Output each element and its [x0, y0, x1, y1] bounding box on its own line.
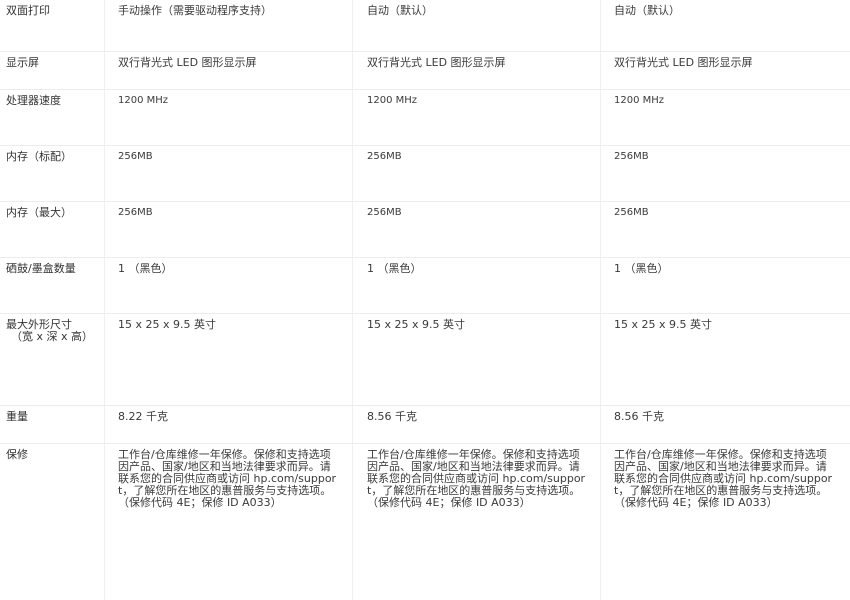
spec-value: 自动（默认） — [352, 0, 600, 51]
row-label: 最大外形尺寸 （宽 x 深 x 高） — [0, 314, 104, 405]
spec-comparison-table: 双面打印 手动操作（需要驱动程序支持） 自动（默认） 自动（默认） 显示屏 双行… — [0, 0, 850, 600]
spec-value: 256MB — [600, 146, 850, 201]
row-label: 内存（最大） — [6, 206, 72, 219]
row-label: 重量 — [6, 410, 28, 423]
spec-value: 双行背光式 LED 图形显示屏 — [600, 52, 850, 89]
table-row-weight: 重量 8.22 千克 8.56 千克 8.56 千克 — [0, 406, 850, 444]
table-row-dimensions: 最大外形尺寸 （宽 x 深 x 高） 15 x 25 x 9.5 英寸 15 x… — [0, 314, 850, 406]
table-row-memory-max: 内存（最大） 256MB 256MB 256MB — [0, 202, 850, 258]
spec-value: 15 x 25 x 9.5 英寸 — [600, 314, 850, 405]
spec-value: 手动操作（需要驱动程序支持） — [104, 0, 352, 51]
row-label: 内存（标配） — [6, 150, 72, 163]
spec-value: 1 （黑色） — [600, 258, 850, 313]
spec-value: 8.56 千克 — [600, 406, 850, 443]
spec-value: 双行背光式 LED 图形显示屏 — [104, 52, 352, 89]
table-row-duplex: 双面打印 手动操作（需要驱动程序支持） 自动（默认） 自动（默认） — [0, 0, 850, 52]
spec-value: 8.56 千克 — [352, 406, 600, 443]
spec-value: 1200 MHz — [352, 90, 600, 145]
table-row-warranty: 保修 工作台/仓库维修一年保修。保修和支持选项因产品、国家/地区和当地法律要求而… — [0, 444, 850, 600]
spec-value: 15 x 25 x 9.5 英寸 — [104, 314, 352, 405]
spec-value: 1 （黑色） — [352, 258, 600, 313]
spec-value: 工作台/仓库维修一年保修。保修和支持选项因产品、国家/地区和当地法律要求而异。请… — [352, 444, 600, 600]
spec-value: 256MB — [104, 146, 352, 201]
spec-value: 自动（默认） — [600, 0, 850, 51]
row-label: 双面打印 — [6, 4, 50, 17]
spec-value: 8.22 千克 — [104, 406, 352, 443]
spec-value: 1200 MHz — [104, 90, 352, 145]
warranty-text: 工作台/仓库维修一年保修。保修和支持选项因产品、国家/地区和当地法律要求而异。请… — [614, 448, 833, 509]
spec-value: 15 x 25 x 9.5 英寸 — [352, 314, 600, 405]
warranty-text: 工作台/仓库维修一年保修。保修和支持选项因产品、国家/地区和当地法律要求而异。请… — [118, 448, 337, 509]
spec-value: 工作台/仓库维修一年保修。保修和支持选项因产品、国家/地区和当地法律要求而异。请… — [104, 444, 352, 600]
spec-value: 256MB — [600, 202, 850, 257]
row-label: 处理器速度 — [6, 94, 61, 107]
spec-value: 256MB — [352, 202, 600, 257]
row-label-sub: （宽 x 深 x 高） — [11, 330, 94, 343]
table-row-display: 显示屏 双行背光式 LED 图形显示屏 双行背光式 LED 图形显示屏 双行背光… — [0, 52, 850, 90]
warranty-text: 工作台/仓库维修一年保修。保修和支持选项因产品、国家/地区和当地法律要求而异。请… — [367, 448, 586, 509]
row-label: 硒鼓/墨盒数量 — [6, 262, 76, 275]
spec-value: 256MB — [352, 146, 600, 201]
row-label: 保修 — [6, 448, 28, 461]
spec-value: 1200 MHz — [600, 90, 850, 145]
spec-value: 双行背光式 LED 图形显示屏 — [352, 52, 600, 89]
table-row-memory-standard: 内存（标配） 256MB 256MB 256MB — [0, 146, 850, 202]
table-row-processor: 处理器速度 1200 MHz 1200 MHz 1200 MHz — [0, 90, 850, 146]
spec-value: 256MB — [104, 202, 352, 257]
spec-value: 1 （黑色） — [104, 258, 352, 313]
table-row-cartridge-count: 硒鼓/墨盒数量 1 （黑色） 1 （黑色） 1 （黑色） — [0, 258, 850, 314]
spec-value: 工作台/仓库维修一年保修。保修和支持选项因产品、国家/地区和当地法律要求而异。请… — [600, 444, 850, 600]
row-label: 显示屏 — [6, 56, 39, 69]
